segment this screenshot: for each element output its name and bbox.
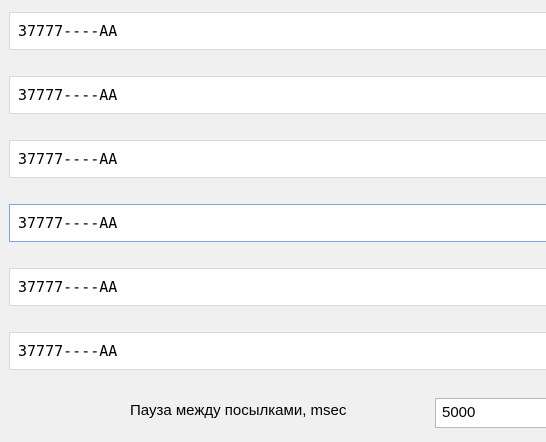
command-field-3[interactable]: 37777----AA [9,140,546,178]
command-field-6[interactable]: 37777----AA [9,332,546,370]
command-field-4[interactable]: 37777----AA [9,204,546,242]
command-field-5[interactable]: 37777----AA [9,268,546,306]
command-field-2[interactable]: 37777----AA [9,76,546,114]
command-field-1[interactable]: 37777----AA [9,12,546,50]
pause-label: Пауза между посылками, msec [130,402,347,419]
settings-panel: 37777----AA 37777----AA 37777----AA 3777… [0,0,546,442]
pause-input[interactable]: 5000 [435,398,546,428]
